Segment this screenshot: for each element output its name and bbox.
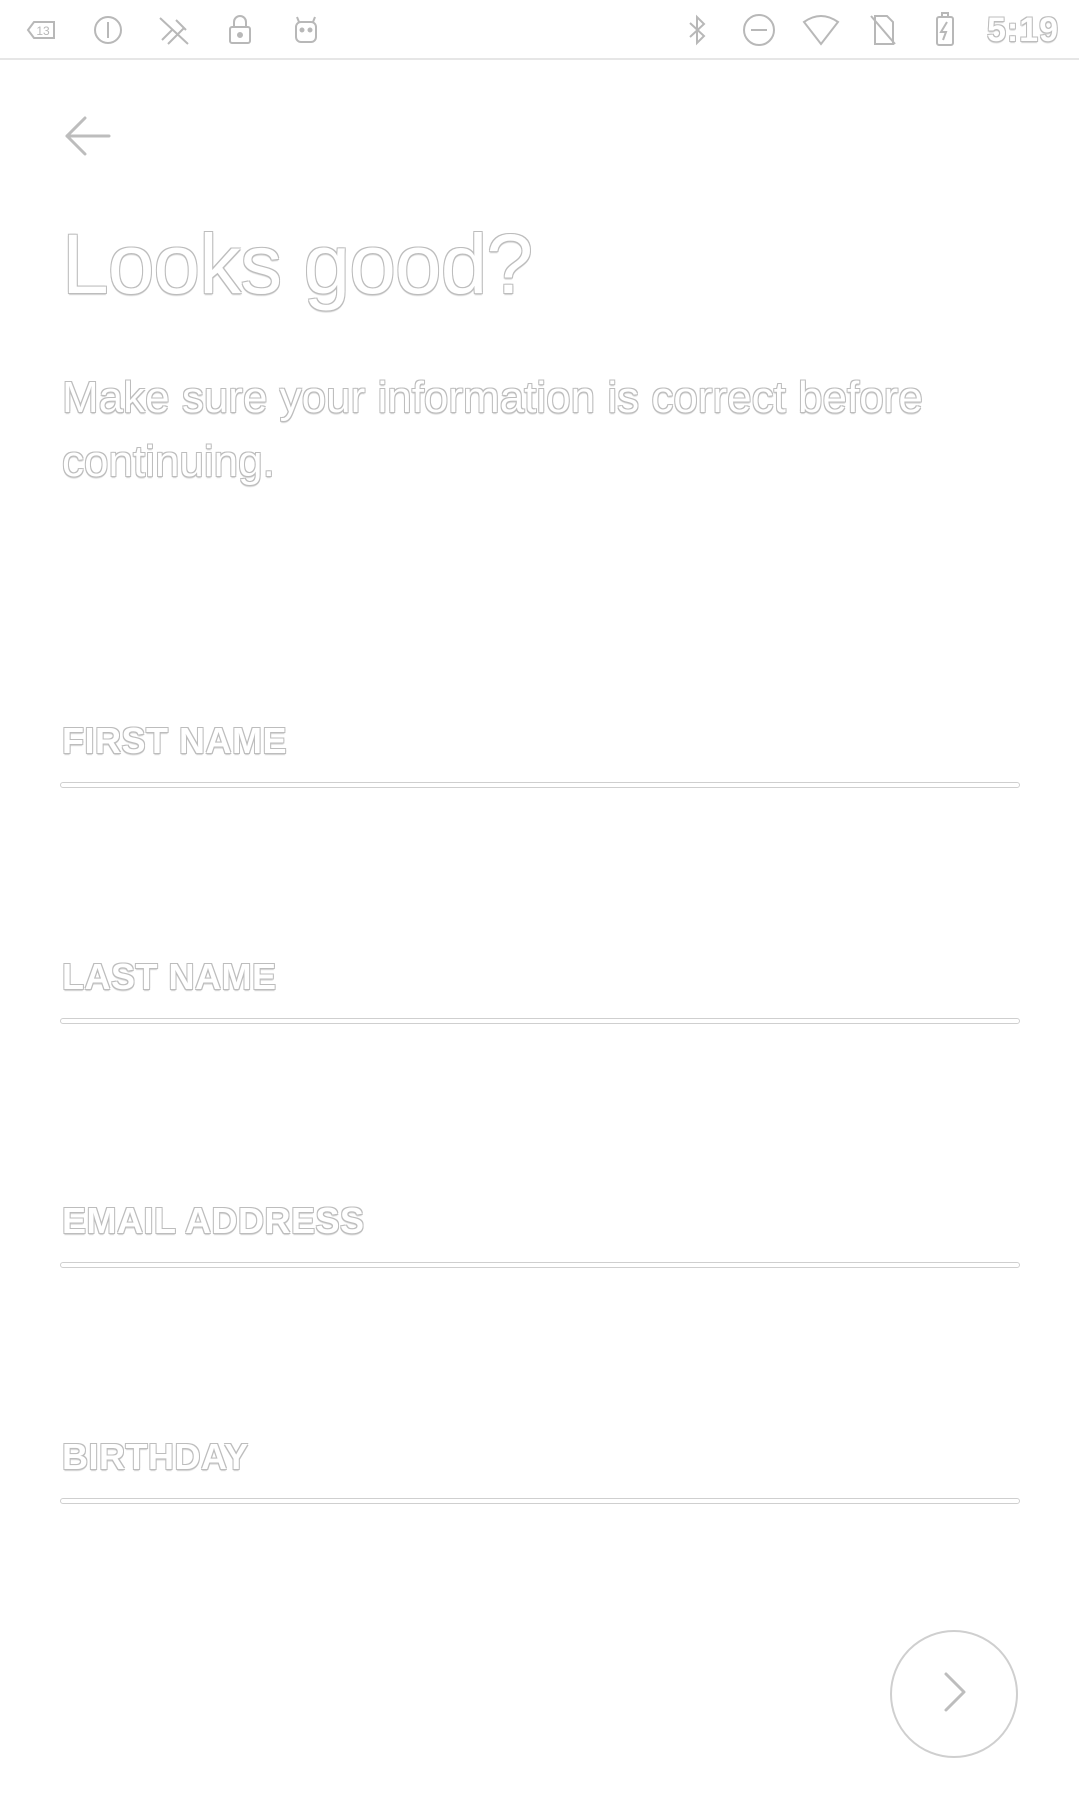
email-address-field[interactable]: EMAIL ADDRESS: [60, 1200, 1024, 1280]
lock-icon: [220, 10, 260, 50]
email-address-underline: [60, 1262, 1020, 1268]
birthday-underline: [60, 1498, 1020, 1504]
last-name-field[interactable]: LAST NAME: [60, 956, 1024, 1036]
arrow-left-icon: [61, 109, 115, 168]
next-button[interactable]: [890, 1630, 1018, 1758]
chevron-right-icon: [932, 1670, 976, 1719]
battery-charging-icon: [925, 10, 965, 50]
email-address-input[interactable]: [60, 1200, 1024, 1266]
back-button[interactable]: [58, 108, 118, 168]
page-subtitle: Make sure your information is correct be…: [62, 373, 923, 486]
signup-confirm-screen: 13 5:19 Looks good? Make sure your infor…: [0, 0, 1079, 1794]
birthday-field[interactable]: BIRTHDAY: [60, 1436, 1024, 1516]
first-name-input[interactable]: [60, 720, 1024, 786]
android-icon: [286, 10, 326, 50]
birthday-input[interactable]: [60, 1436, 1024, 1502]
bluetooth-icon: [677, 10, 717, 50]
do-not-disturb-icon: [739, 10, 779, 50]
status-bar: 13 5:19: [0, 0, 1079, 60]
status-bar-left: 13: [22, 8, 326, 52]
notification-count-icon: 13: [22, 10, 62, 50]
last-name-input[interactable]: [60, 956, 1024, 1022]
first-name-underline: [60, 782, 1020, 788]
svg-text:13: 13: [36, 24, 50, 38]
status-bar-right: 5:19: [677, 8, 1059, 52]
no-sim-icon: [863, 10, 903, 50]
no-sim-call-icon: [154, 10, 194, 50]
wifi-icon: [801, 10, 841, 50]
data-saver-icon: [88, 10, 128, 50]
last-name-underline: [60, 1018, 1020, 1024]
page-title: Looks good?: [62, 217, 533, 311]
status-time: 5:19: [986, 10, 1059, 49]
first-name-field[interactable]: FIRST NAME: [60, 720, 1024, 800]
